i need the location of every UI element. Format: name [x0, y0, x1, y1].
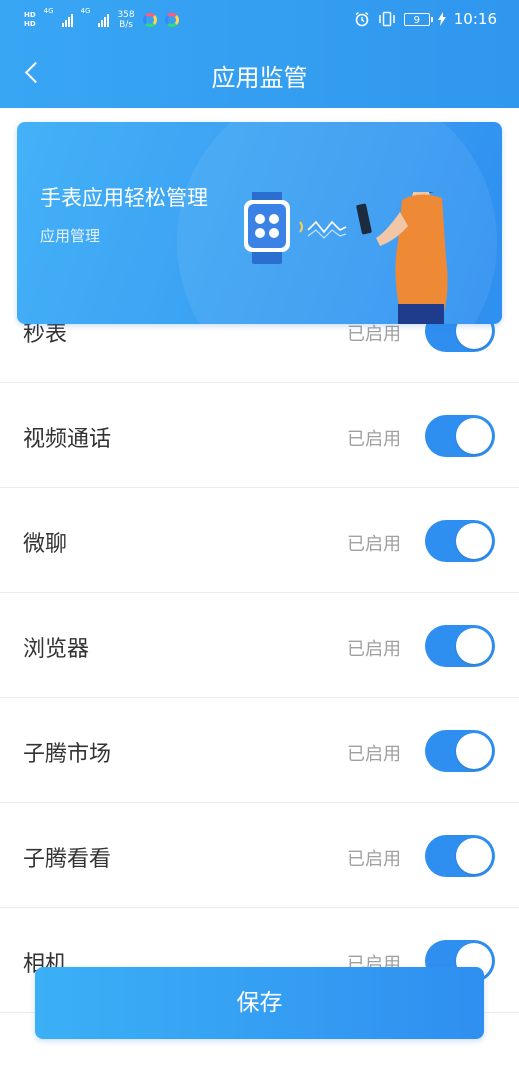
hd-indicator: HD HD [24, 11, 36, 29]
app-enable-toggle[interactable] [425, 730, 495, 772]
app-list: 秒表 已启用 视频通话 已启用 微聊 已启用 浏览器 已启用 子腾市场 已启用 子腾看看 已启用 相机已… [0, 278, 519, 1013]
battery-icon: 9 [403, 12, 433, 26]
network-type-2: 4G [80, 7, 91, 15]
network-speed-unit: B/s [119, 20, 133, 30]
toggle-knob [456, 418, 492, 454]
app-status: 已启用 [347, 639, 401, 660]
network-speed: 358 B/s [117, 10, 134, 30]
app-name: 子腾看看 [23, 847, 112, 872]
clock-time: 10:16 [453, 10, 497, 28]
save-button[interactable]: 保存 [35, 967, 484, 1039]
network-speed-value: 358 [117, 10, 135, 20]
app-status: 已启用 [347, 849, 401, 870]
app-enable-toggle[interactable] [425, 520, 495, 562]
app-name: 浏览器 [23, 637, 90, 662]
watch-illustration [244, 192, 448, 324]
page-title: 应用监管 [211, 64, 308, 92]
app-name: 微聊 [23, 532, 68, 557]
nav-bar: 应用监管 [0, 38, 519, 108]
app-status: 已启用 [347, 429, 401, 450]
app-status: 已启用 [347, 534, 401, 555]
alarm-icon [355, 11, 369, 27]
toggle-knob [456, 523, 492, 559]
promo-banner: 手表应用轻松管理 应用管理 [17, 122, 502, 324]
app-name: 子腾市场 [23, 742, 112, 767]
hd-label-2: HD [24, 20, 36, 28]
status-right: 9 10:16 [354, 8, 497, 30]
hd-label-1: HD [24, 11, 36, 19]
toggle-knob [456, 838, 492, 874]
notification-app-icon [142, 13, 157, 27]
app-list-item: 微聊 已启用 [0, 488, 519, 593]
status-left: HD HD 4G 4G 358 B/s [24, 7, 179, 33]
status-bar: HD HD 4G 4G 358 B/s 9 10:16 [0, 0, 519, 38]
notification-app-icon-2 [164, 13, 179, 27]
app-header: HD HD 4G 4G 358 B/s 9 10:16 应用监管 [0, 0, 519, 108]
app-list-item: 浏览器 已启用 [0, 593, 519, 698]
toggle-knob [456, 628, 492, 664]
app-status: 已启用 [347, 744, 401, 765]
network-type-1: 4G [43, 7, 54, 15]
app-enable-toggle[interactable] [425, 415, 495, 457]
app-enable-toggle[interactable] [425, 625, 495, 667]
charging-icon [437, 12, 446, 26]
vibrate-icon [379, 11, 395, 27]
banner-subtitle: 应用管理 [40, 227, 101, 245]
banner-title: 手表应用轻松管理 [40, 186, 208, 210]
app-enable-toggle[interactable] [425, 835, 495, 877]
app-name: 视频通话 [23, 427, 112, 452]
toggle-knob [456, 733, 492, 769]
signal-icon-2 [98, 13, 110, 27]
app-list-item: 子腾看看 已启用 [0, 803, 519, 908]
signal-icon [61, 13, 73, 27]
app-list-item: 视频通话 已启用 [0, 383, 519, 488]
app-list-item: 子腾市场 已启用 [0, 698, 519, 803]
